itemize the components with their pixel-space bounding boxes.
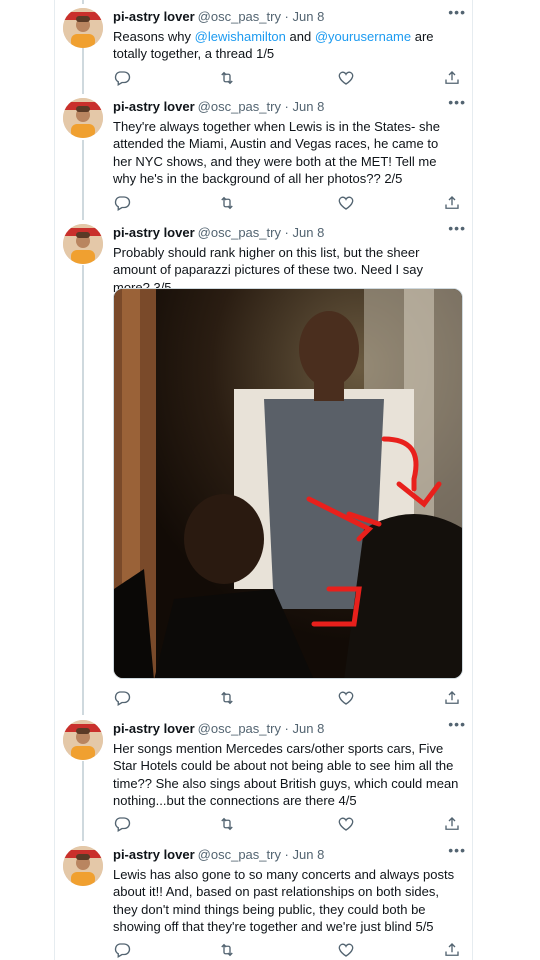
tweet-actions <box>113 689 459 707</box>
like-icon[interactable] <box>337 194 355 212</box>
tweet-actions <box>113 69 459 87</box>
share-icon[interactable] <box>443 69 461 87</box>
tweet[interactable]: pi-astry lover @osc_pas_try · Jun 8 ••• P… <box>55 220 472 710</box>
share-icon[interactable] <box>443 941 461 959</box>
tweet-text: They're always together when Lewis is in… <box>113 119 440 186</box>
author-handle-date[interactable]: @osc_pas_try · Jun 8 <box>198 721 325 736</box>
avatar[interactable] <box>63 720 103 760</box>
tweet[interactable]: pi-astry lover @osc_pas_try · Jun 8 ••• T… <box>55 94 472 218</box>
mention-link[interactable]: @lewishamilton <box>195 29 286 44</box>
tweet[interactable]: pi-astry lover @osc_pas_try · Jun 8 ••• H… <box>55 716 472 840</box>
tweet-actions <box>113 941 459 959</box>
tweet-actions <box>113 815 459 833</box>
timeline-border-right <box>472 0 473 960</box>
author-name[interactable]: pi-astry lover <box>113 721 195 736</box>
tweet-header: pi-astry lover @osc_pas_try · Jun 8 ••• <box>113 716 466 738</box>
reply-icon[interactable] <box>113 69 131 87</box>
tweet-actions <box>113 194 459 212</box>
more-options-icon[interactable]: ••• <box>448 841 466 859</box>
thread-line <box>82 0 84 4</box>
tweet[interactable]: pi-astry lover @osc_pas_try · Jun 8 ••• R… <box>55 4 472 88</box>
author-handle-date[interactable]: @osc_pas_try · Jun 8 <box>198 847 325 862</box>
author-name[interactable]: pi-astry lover <box>113 847 195 862</box>
share-icon[interactable] <box>443 689 461 707</box>
tweet-header: pi-astry lover @osc_pas_try · Jun 8 ••• <box>113 94 466 116</box>
like-icon[interactable] <box>337 941 355 959</box>
reply-icon[interactable] <box>113 194 131 212</box>
author-handle-date[interactable]: @osc_pas_try · Jun 8 <box>198 225 325 240</box>
author-name[interactable]: pi-astry lover <box>113 9 195 24</box>
mention-link[interactable]: @yourusername <box>315 29 411 44</box>
tweet-header: pi-astry lover @osc_pas_try · Jun 8 ••• <box>113 842 466 864</box>
more-options-icon[interactable]: ••• <box>448 219 466 237</box>
reply-icon[interactable] <box>113 941 131 959</box>
like-icon[interactable] <box>337 69 355 87</box>
tweet-header: pi-astry lover @osc_pas_try · Jun 8 ••• <box>113 4 466 26</box>
retweet-icon[interactable] <box>218 69 236 87</box>
avatar[interactable] <box>63 8 103 48</box>
avatar[interactable] <box>63 224 103 264</box>
author-name[interactable]: pi-astry lover <box>113 225 195 240</box>
retweet-icon[interactable] <box>218 689 236 707</box>
author-handle-date[interactable]: @osc_pas_try · Jun 8 <box>198 9 325 24</box>
share-icon[interactable] <box>443 815 461 833</box>
tweet-text: Her songs mention Mercedes cars/other sp… <box>113 741 459 808</box>
reply-icon[interactable] <box>113 689 131 707</box>
author-name[interactable]: pi-astry lover <box>113 99 195 114</box>
text-segment: Reasons why <box>113 29 195 44</box>
tweet-header: pi-astry lover @osc_pas_try · Jun 8 ••• <box>113 220 466 242</box>
more-options-icon[interactable]: ••• <box>448 3 466 21</box>
author-handle-date[interactable]: @osc_pas_try · Jun 8 <box>198 99 325 114</box>
reply-icon[interactable] <box>113 815 131 833</box>
like-icon[interactable] <box>337 815 355 833</box>
tweet[interactable]: pi-astry lover @osc_pas_try · Jun 8 ••• L… <box>55 842 472 960</box>
share-icon[interactable] <box>443 194 461 212</box>
more-options-icon[interactable]: ••• <box>448 715 466 733</box>
avatar[interactable] <box>63 846 103 886</box>
avatar[interactable] <box>63 98 103 138</box>
retweet-icon[interactable] <box>218 194 236 212</box>
tweet-text: Reasons why @lewishamilton and @youruser… <box>113 28 460 63</box>
more-options-icon[interactable]: ••• <box>448 93 466 111</box>
tweet-photo[interactable] <box>113 288 463 679</box>
retweet-icon[interactable] <box>218 815 236 833</box>
retweet-icon[interactable] <box>218 941 236 959</box>
tweet-text: Lewis has also gone to so many concerts … <box>113 867 455 934</box>
text-segment: and <box>285 29 315 44</box>
like-icon[interactable] <box>337 689 355 707</box>
